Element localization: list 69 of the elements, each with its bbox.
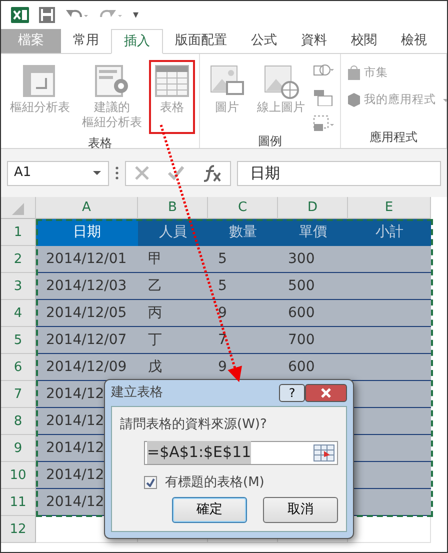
table-cell: 乙 — [138, 273, 208, 300]
table-cell: 小計 — [348, 219, 431, 246]
ribbon-tab[interactable]: 校閱 — [339, 29, 389, 53]
ribbon-tab[interactable]: 常用 — [61, 29, 111, 53]
ok-button[interactable]: 確定 — [172, 497, 247, 523]
help-button[interactable]: ? — [279, 384, 305, 402]
group-label: 圖例 — [257, 133, 283, 150]
ribbon-tab[interactable]: 插入 — [111, 29, 163, 54]
cancel-button[interactable]: 取消 — [263, 497, 338, 523]
table-cell: 數量 — [208, 219, 278, 246]
range-value: =$A$1:$E$11 — [147, 441, 252, 464]
table-cell: 500 — [278, 273, 348, 300]
table-cell: 2014/12/01 — [36, 246, 138, 273]
group-label: 表格 — [87, 135, 113, 152]
row-header[interactable]: 3 — [1, 273, 36, 300]
file-tab[interactable]: 檔案 — [1, 29, 61, 53]
table-cell: 單價 — [278, 219, 348, 246]
column-header[interactable]: C — [208, 197, 278, 219]
ribbon-button[interactable]: 線上圖片 — [252, 60, 310, 132]
table-cell: 2014/12/05 — [36, 300, 138, 327]
row-header[interactable]: 7 — [1, 381, 36, 408]
table-cell: 甲 — [138, 246, 208, 273]
ribbon-tab[interactable]: 資料 — [289, 29, 339, 53]
row-header[interactable]: 11 — [1, 489, 36, 516]
column-header[interactable]: E — [348, 197, 431, 219]
row-header[interactable]: 5 — [1, 327, 36, 354]
ribbon-button[interactable]: 樞紐分析表 — [5, 60, 75, 134]
checkbox-label: 有標題的表格(M) — [165, 474, 264, 492]
ribbon-tab[interactable]: 公式 — [239, 29, 289, 53]
ribbon-button[interactable]: 市集 — [345, 60, 442, 86]
range-field[interactable]: =$A$1:$E$11 — [144, 440, 338, 464]
table-cell: 2014/12/07 — [36, 327, 138, 354]
ribbon-button[interactable]: 建議的 樞紐分析表 — [77, 60, 147, 134]
cell-reference: A1 — [14, 164, 32, 182]
table-cell: 2014/12/09 — [36, 354, 138, 381]
ribbon-button[interactable]: 我的應用程式 — [345, 87, 442, 112]
name-box[interactable]: A1 — [7, 160, 109, 186]
table-cell: 人員 — [138, 219, 208, 246]
ribbon-tab[interactable]: 版面配置 — [163, 29, 239, 53]
formula-field[interactable]: 日期 — [237, 160, 441, 186]
table-cell: 5 — [208, 273, 278, 300]
column-header[interactable]: B — [138, 197, 208, 219]
row-header[interactable]: 8 — [1, 408, 36, 435]
table-cell: 日期 — [36, 219, 138, 246]
row-header[interactable]: 1 — [1, 219, 36, 246]
table-cell: 600 — [278, 300, 348, 327]
row-header[interactable]: 10 — [1, 462, 36, 489]
table-cell: 700 — [278, 327, 348, 354]
row-header[interactable]: 12 — [1, 516, 36, 543]
customize-menu-button[interactable]: ▾ — [133, 6, 139, 24]
column-header[interactable]: A — [36, 197, 138, 219]
table-cell: 戊 — [138, 354, 208, 381]
table-cell: 丁 — [138, 327, 208, 354]
row-header[interactable]: 4 — [1, 300, 36, 327]
ribbon-button[interactable]: 表格 — [149, 60, 195, 134]
table-cell: 2014/12/03 — [36, 273, 138, 300]
row-header[interactable]: 6 — [1, 354, 36, 381]
column-header[interactable]: D — [278, 197, 348, 219]
table-cell: 9 — [208, 300, 278, 327]
table-cell: 丙 — [138, 300, 208, 327]
row-header[interactable]: 2 — [1, 246, 36, 273]
group-label: 應用程式 — [368, 129, 418, 146]
table-cell: 5 — [208, 246, 278, 273]
table-cell: 7 — [208, 327, 278, 354]
table-cell: 300 — [278, 246, 348, 273]
table-cell: 600 — [278, 354, 348, 381]
ribbon-tab[interactable]: 檢視 — [389, 29, 439, 53]
row-header[interactable]: 9 — [1, 435, 36, 462]
ribbon-button[interactable]: 圖片 — [204, 60, 250, 132]
